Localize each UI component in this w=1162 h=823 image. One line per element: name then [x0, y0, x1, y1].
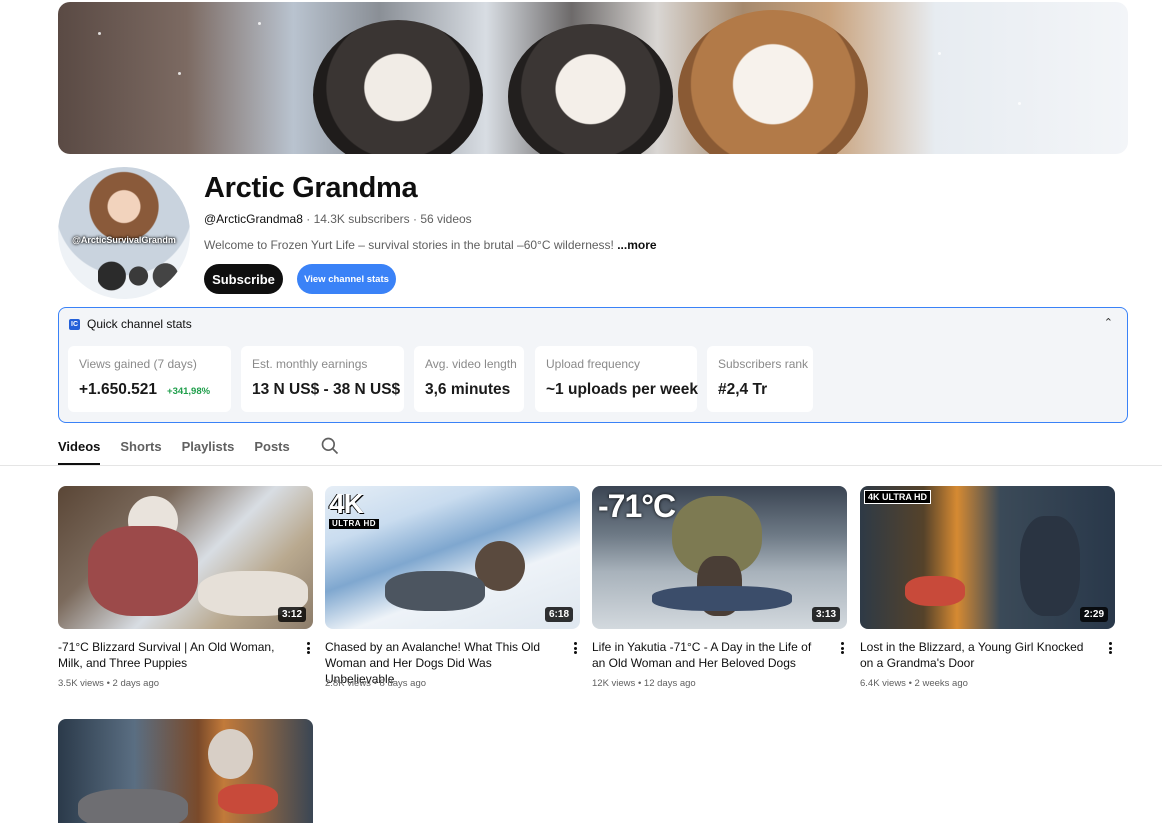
subscriber-count: 14.3K subscribers	[313, 212, 410, 226]
video-thumbnail[interactable]: 3:12	[58, 486, 313, 629]
tab-posts[interactable]: Posts	[254, 437, 289, 465]
quick-stats-title: Quick channel stats	[87, 317, 192, 331]
quick-stats-panel: IC Quick channel stats ⌃ Views gained (7…	[58, 307, 1128, 423]
upload-age: 12 days ago	[643, 678, 696, 689]
video-thumbnail[interactable]: 4K ULTRA HD 2:29	[860, 486, 1115, 629]
channel-avatar[interactable]: @ArcticSurvivalGrandm	[58, 167, 190, 299]
meta-separator: ·	[306, 212, 314, 226]
stat-card-subscribers-rank: Subscribers rank #2,4 Tr	[707, 346, 813, 412]
video-card[interactable]: 3:12 -71°C Blizzard Survival | An Old Wo…	[58, 486, 313, 689]
more-options-icon[interactable]	[570, 640, 580, 656]
channel-tabs: Videos Shorts Playlists Posts	[58, 437, 340, 465]
channel-description[interactable]: Welcome to Frozen Yurt Life – survival s…	[204, 238, 657, 252]
thumb-figure	[88, 526, 198, 616]
description-text: Welcome to Frozen Yurt Life – survival s…	[204, 238, 618, 252]
upload-age: 8 days ago	[379, 678, 427, 689]
upload-age: 2 weeks ago	[914, 678, 968, 689]
chevron-up-icon[interactable]: ⌃	[1104, 316, 1113, 329]
snow-dot	[258, 22, 261, 25]
thumb-figure	[1020, 516, 1080, 616]
snow-dot	[1018, 102, 1021, 105]
tab-playlists[interactable]: Playlists	[182, 437, 235, 465]
banner-puppy-image	[678, 10, 868, 154]
video-meta: 6.4K views • 2 weeks ago	[860, 678, 968, 689]
tab-shorts[interactable]: Shorts	[120, 437, 161, 465]
channel-handle[interactable]: @ArcticGrandma8	[204, 212, 303, 226]
4k-badge-big: 4K	[329, 488, 364, 519]
more-link[interactable]: ...more	[617, 238, 656, 252]
stat-value: ~1 uploads per week	[546, 381, 699, 398]
thumb-figure	[652, 586, 792, 611]
snow-dot	[938, 52, 941, 55]
stat-value: 3,6 minutes	[425, 381, 511, 398]
stat-value: +1.650.521 +341,98%	[79, 381, 210, 399]
tabs-divider	[0, 465, 1162, 466]
thumb-figure	[208, 729, 253, 779]
stat-value: 13 N US$ - 38 N US$	[252, 381, 401, 398]
stat-card-avg-length: Avg. video length 3,6 minutes	[414, 346, 524, 412]
tab-videos[interactable]: Videos	[58, 437, 101, 465]
channel-banner	[58, 2, 1128, 154]
stat-label: Subscribers rank	[718, 357, 809, 371]
views-delta: +341,98%	[167, 386, 211, 397]
avatar-dogs-image	[98, 261, 188, 291]
search-icon[interactable]	[320, 436, 340, 456]
video-title[interactable]: Lost in the Blizzard, a Young Girl Knock…	[860, 639, 1092, 671]
video-title[interactable]: Life in Yakutia -71°C - A Day in the Lif…	[592, 639, 824, 671]
video-thumbnail[interactable]: 4K ULTRA HD 6:18	[325, 486, 580, 629]
video-meta: 12K views • 12 days ago	[592, 678, 696, 689]
video-count: 56 videos	[420, 212, 472, 226]
video-duration: 3:13	[811, 607, 840, 622]
stat-label: Avg. video length	[425, 357, 517, 371]
banner-puppy-image	[313, 20, 483, 154]
video-thumbnail[interactable]: -71°C 3:13	[592, 486, 847, 629]
thumb-figure	[78, 789, 188, 823]
stat-value: #2,4 Tr	[718, 381, 768, 398]
channel-meta: @ArcticGrandma8 · 14.3K subscribers · 56…	[204, 212, 472, 226]
view-count: 12K views	[592, 678, 636, 689]
video-duration: 3:12	[277, 607, 306, 622]
view-count: 2.8K views	[325, 678, 371, 689]
upload-age: 2 days ago	[112, 678, 160, 689]
avatar-caption: @ArcticSurvivalGrandm	[72, 235, 176, 245]
stat-card-earnings: Est. monthly earnings 13 N US$ - 38 N US…	[241, 346, 404, 412]
video-card[interactable]: 4K ULTRA HD 2:29 Lost in the Blizzard, a…	[860, 486, 1115, 689]
quick-stats-header[interactable]: IC Quick channel stats	[69, 317, 192, 331]
thumb-figure	[385, 571, 485, 611]
video-meta: 2.8K views • 8 days ago	[325, 678, 427, 689]
more-options-icon[interactable]	[1105, 640, 1115, 656]
subscribe-button[interactable]: Subscribe	[204, 264, 283, 294]
temperature-overlay: -71°C	[598, 488, 676, 524]
snow-dot	[178, 72, 181, 75]
view-channel-stats-button[interactable]: View channel stats	[297, 264, 396, 294]
snow-dot	[98, 32, 101, 35]
video-card[interactable]	[58, 719, 313, 823]
stat-label: Est. monthly earnings	[252, 357, 368, 371]
thumb-figure	[218, 784, 278, 814]
video-duration: 2:29	[1079, 607, 1108, 622]
view-count: 3.5K views	[58, 678, 104, 689]
more-options-icon[interactable]	[837, 640, 847, 656]
video-meta: 3.5K views • 2 days ago	[58, 678, 160, 689]
video-card[interactable]: 4K ULTRA HD 6:18 Chased by an Avalanche! …	[325, 486, 580, 689]
stat-card-upload-frequency: Upload frequency ~1 uploads per week	[535, 346, 699, 412]
views-gained-value: +1.650.521	[79, 381, 158, 398]
4k-badge: 4K ULTRA HD	[864, 490, 931, 504]
4k-badge: 4K ULTRA HD	[329, 490, 379, 529]
video-thumbnail[interactable]	[58, 719, 313, 823]
banner-puppy-image	[508, 24, 673, 154]
video-duration: 6:18	[544, 607, 573, 622]
view-count: 6.4K views	[860, 678, 906, 689]
thumb-figure	[905, 576, 965, 606]
4k-badge-small: ULTRA HD	[329, 519, 379, 529]
video-title[interactable]: -71°C Blizzard Survival | An Old Woman, …	[58, 639, 290, 671]
more-options-icon[interactable]	[303, 640, 313, 656]
stat-label: Views gained (7 days)	[79, 357, 197, 371]
channel-name: Arctic Grandma	[204, 172, 418, 204]
stats-logo-icon: IC	[69, 318, 80, 330]
stat-card-views: Views gained (7 days) +1.650.521 +341,98%	[68, 346, 231, 412]
stat-label: Upload frequency	[546, 357, 641, 371]
video-card[interactable]: -71°C 3:13 Life in Yakutia -71°C - A Day…	[592, 486, 847, 689]
